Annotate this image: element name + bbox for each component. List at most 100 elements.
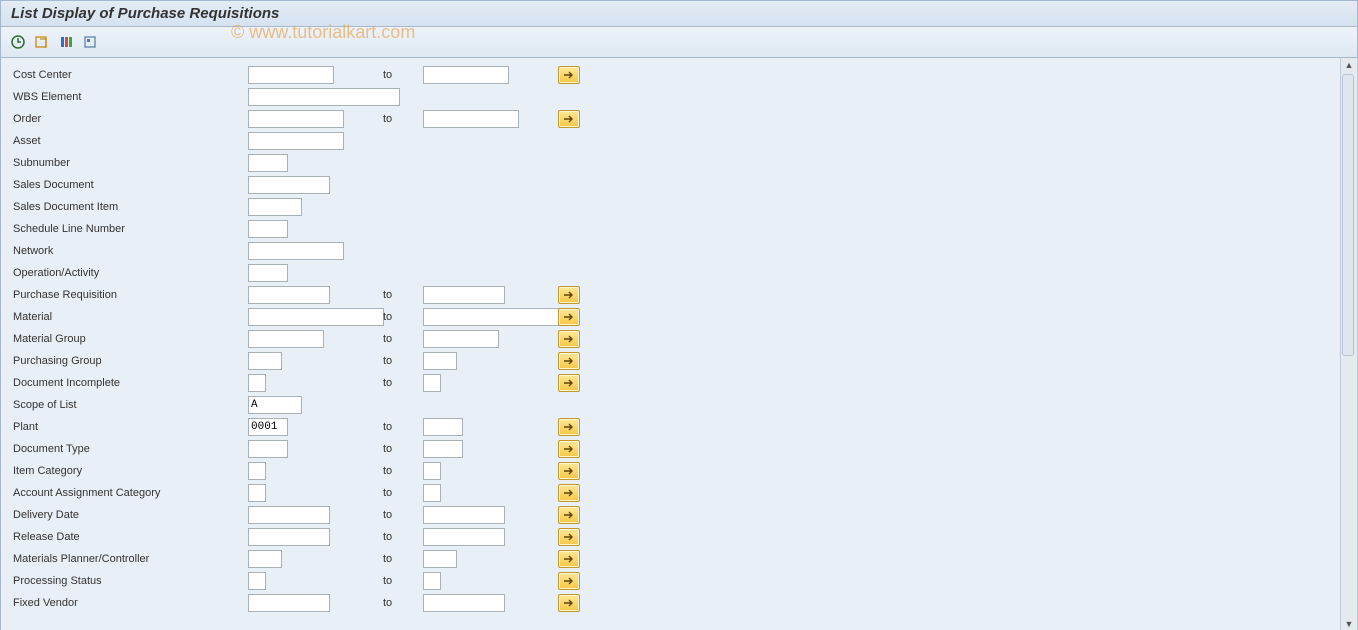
plant-multiple-selection-button[interactable] xyxy=(558,418,580,436)
purch_req-multiple-selection-button[interactable] xyxy=(558,286,580,304)
order-to-input[interactable] xyxy=(423,110,519,128)
material-multiple-selection-button[interactable] xyxy=(558,308,580,326)
purch_group-to-input[interactable] xyxy=(423,352,457,370)
item_cat-to-input[interactable] xyxy=(423,462,441,480)
choose-icon[interactable] xyxy=(57,33,75,51)
purch_group-from-input[interactable] xyxy=(248,352,282,370)
acct_assign-multiple-selection-button[interactable] xyxy=(558,484,580,502)
to-label: to xyxy=(383,548,423,570)
field-row-mat_group: Material Groupto xyxy=(11,328,1340,350)
delivery_date-to-input[interactable] xyxy=(423,506,505,524)
services-icon[interactable] xyxy=(81,33,99,51)
order-multiple-selection-button[interactable] xyxy=(558,110,580,128)
acct_assign-to-input[interactable] xyxy=(423,484,441,502)
doc_type-from-input[interactable] xyxy=(248,440,288,458)
get-variant-icon[interactable] xyxy=(33,33,51,51)
to-label: to xyxy=(383,526,423,548)
mrp_controller-label: Materials Planner/Controller xyxy=(11,548,248,570)
cost_center-multiple-selection-button[interactable] xyxy=(558,66,580,84)
fixed_vendor-to-input[interactable] xyxy=(423,594,505,612)
sales_doc-from-input[interactable] xyxy=(248,176,330,194)
acct_assign-from-input[interactable] xyxy=(248,484,266,502)
cost_center-label: Cost Center xyxy=(11,64,248,86)
scroll-down-icon[interactable]: ▼ xyxy=(1342,617,1356,630)
doc_incomplete-multiple-selection-button[interactable] xyxy=(558,374,580,392)
field-row-order: Orderto xyxy=(11,108,1340,130)
sales_doc-label: Sales Document xyxy=(11,174,248,196)
mrp_controller-multiple-selection-button[interactable] xyxy=(558,550,580,568)
network-from-input[interactable] xyxy=(248,242,344,260)
purch_req-to-input[interactable] xyxy=(423,286,505,304)
to-label: to xyxy=(383,108,423,130)
vertical-scrollbar[interactable]: ▲ ▼ xyxy=(1340,58,1357,630)
purch_group-label: Purchasing Group xyxy=(11,350,248,372)
field-row-material: Materialto xyxy=(11,306,1340,328)
sales_doc_item-from-input[interactable] xyxy=(248,198,302,216)
to-label: to xyxy=(383,416,423,438)
field-row-scope_list: Scope of List xyxy=(11,394,1340,416)
material-to-input[interactable] xyxy=(423,308,559,326)
scope_list-label: Scope of List xyxy=(11,394,248,416)
asset-from-input[interactable] xyxy=(248,132,344,150)
mrp_controller-from-input[interactable] xyxy=(248,550,282,568)
item_cat-from-input[interactable] xyxy=(248,462,266,480)
cost_center-to-input[interactable] xyxy=(423,66,509,84)
field-row-asset: Asset xyxy=(11,130,1340,152)
release_date-from-input[interactable] xyxy=(248,528,330,546)
scroll-track[interactable] xyxy=(1341,72,1357,617)
window-title-bar: List Display of Purchase Requisitions xyxy=(0,0,1358,27)
field-row-proc_status: Processing Statusto xyxy=(11,570,1340,592)
plant-to-input[interactable] xyxy=(423,418,463,436)
purch_group-multiple-selection-button[interactable] xyxy=(558,352,580,370)
field-row-op_activity: Operation/Activity xyxy=(11,262,1340,284)
fixed_vendor-from-input[interactable] xyxy=(248,594,330,612)
acct_assign-label: Account Assignment Category xyxy=(11,482,248,504)
doc_incomplete-to-input[interactable] xyxy=(423,374,441,392)
scroll-thumb[interactable] xyxy=(1342,74,1354,356)
sched_line-from-input[interactable] xyxy=(248,220,288,238)
release_date-to-input[interactable] xyxy=(423,528,505,546)
scroll-up-icon[interactable]: ▲ xyxy=(1342,58,1356,72)
field-row-doc_type: Document Typeto xyxy=(11,438,1340,460)
fixed_vendor-multiple-selection-button[interactable] xyxy=(558,594,580,612)
to-label: to xyxy=(383,64,423,86)
field-row-sales_doc: Sales Document xyxy=(11,174,1340,196)
release_date-multiple-selection-button[interactable] xyxy=(558,528,580,546)
mat_group-from-input[interactable] xyxy=(248,330,324,348)
asset-label: Asset xyxy=(11,130,248,152)
wbs_element-from-input[interactable] xyxy=(248,88,400,106)
field-row-delivery_date: Delivery Dateto xyxy=(11,504,1340,526)
doc_type-multiple-selection-button[interactable] xyxy=(558,440,580,458)
delivery_date-multiple-selection-button[interactable] xyxy=(558,506,580,524)
doc_incomplete-from-input[interactable] xyxy=(248,374,266,392)
mat_group-multiple-selection-button[interactable] xyxy=(558,330,580,348)
plant-from-input[interactable] xyxy=(248,418,288,436)
proc_status-to-input[interactable] xyxy=(423,572,441,590)
form-body: Cost CentertoWBS ElementOrdertoAssetSubn… xyxy=(0,58,1358,630)
cost_center-from-input[interactable] xyxy=(248,66,334,84)
to-label: to xyxy=(383,438,423,460)
mrp_controller-to-input[interactable] xyxy=(423,550,457,568)
field-row-wbs_element: WBS Element xyxy=(11,86,1340,108)
proc_status-from-input[interactable] xyxy=(248,572,266,590)
purch_req-from-input[interactable] xyxy=(248,286,330,304)
scope_list-from-input[interactable] xyxy=(248,396,302,414)
field-row-item_cat: Item Categoryto xyxy=(11,460,1340,482)
proc_status-multiple-selection-button[interactable] xyxy=(558,572,580,590)
item_cat-multiple-selection-button[interactable] xyxy=(558,462,580,480)
mat_group-to-input[interactable] xyxy=(423,330,499,348)
subnumber-from-input[interactable] xyxy=(248,154,288,172)
delivery_date-from-input[interactable] xyxy=(248,506,330,524)
material-from-input[interactable] xyxy=(248,308,384,326)
op_activity-from-input[interactable] xyxy=(248,264,288,282)
to-label: to xyxy=(383,460,423,482)
application-toolbar: © www.tutorialkart.com xyxy=(0,27,1358,58)
field-row-fixed_vendor: Fixed Vendorto xyxy=(11,592,1340,614)
network-label: Network xyxy=(11,240,248,262)
execute-icon[interactable] xyxy=(9,33,27,51)
to-label: to xyxy=(383,482,423,504)
doc_type-to-input[interactable] xyxy=(423,440,463,458)
wbs_element-label: WBS Element xyxy=(11,86,248,108)
field-row-mrp_controller: Materials Planner/Controller to xyxy=(11,548,1340,570)
order-from-input[interactable] xyxy=(248,110,344,128)
